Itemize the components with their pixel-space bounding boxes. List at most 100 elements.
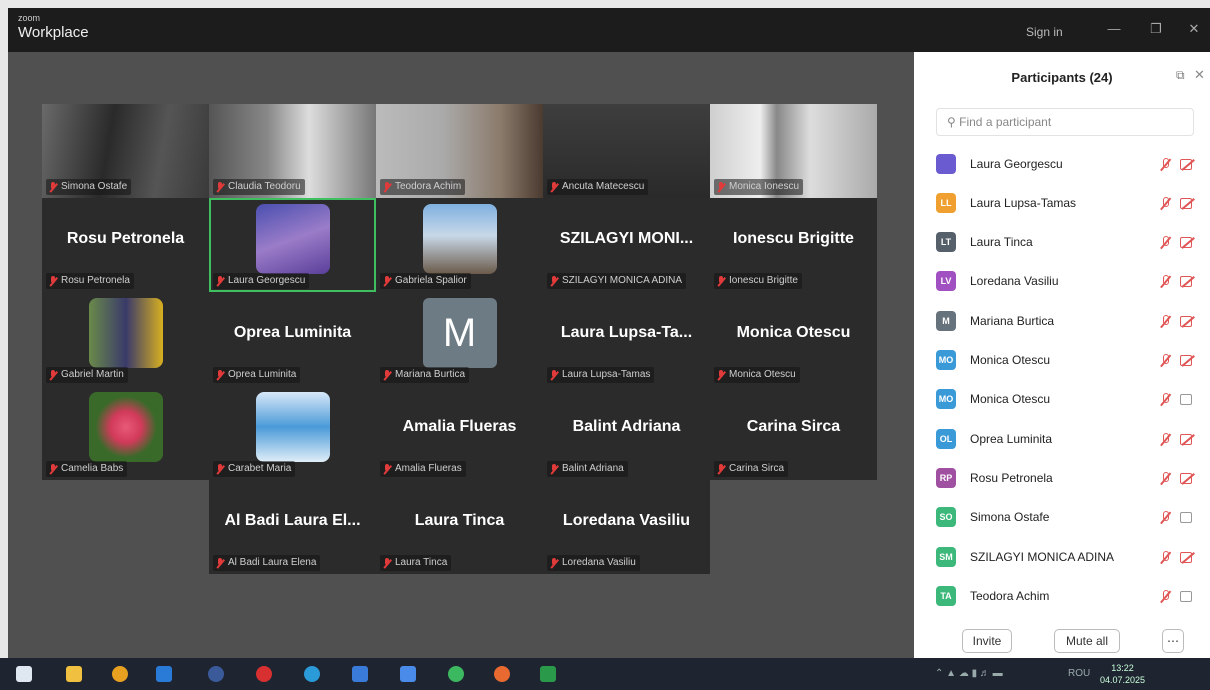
file-explorer-icon[interactable] <box>66 666 82 682</box>
zoom-icon[interactable] <box>400 666 416 682</box>
tile-name-tag: Amalia Flueras <box>380 461 466 477</box>
muted-mic-icon[interactable] <box>1158 235 1172 249</box>
participant-row[interactable]: Laura Georgescu <box>936 144 1202 183</box>
camera-off-icon[interactable] <box>1180 275 1196 288</box>
video-tile[interactable]: Rosu Petronela Rosu Petronela <box>42 198 209 292</box>
participant-row[interactable]: M Mariana Burtica <box>936 301 1202 340</box>
camera-off-icon[interactable] <box>1180 197 1196 209</box>
restore-icon[interactable]: ❐ <box>1148 21 1164 37</box>
video-tile[interactable]: Balint Adriana Balint Adriana <box>543 386 710 480</box>
chrome-profile-icon[interactable] <box>494 666 510 682</box>
windows-icon[interactable] <box>16 666 32 682</box>
tile-name-tag: Al Badi Laura Elena <box>213 555 321 571</box>
video-tile[interactable]: Amalia Flueras Amalia Flueras <box>376 386 543 480</box>
excel-icon[interactable] <box>540 666 556 682</box>
chrome-icon[interactable] <box>112 666 128 682</box>
muted-mic-icon <box>48 181 58 193</box>
camera-off-icon[interactable] <box>1180 158 1196 170</box>
tile-display-name: Ionescu Brigitte <box>733 230 854 247</box>
tile-name-label: Mariana Burtica <box>395 369 466 380</box>
close-panel-icon[interactable]: ✕ <box>1194 67 1205 83</box>
participant-avatar: LL <box>936 192 956 213</box>
video-tile[interactable]: Ancuta Matecescu <box>543 104 710 198</box>
participant-row[interactable]: LL Laura Lupsa-Tamas <box>936 183 1202 222</box>
participant-row[interactable]: TA Teodora Achim <box>936 576 1202 615</box>
video-tile[interactable]: SZILAGYI MONI... SZILAGYI MONICA ADINA <box>543 198 710 292</box>
participant-row[interactable]: MO Monica Otescu <box>936 380 1202 419</box>
invite-button[interactable]: Invite <box>962 629 1012 653</box>
video-tile[interactable]: Loredana Vasiliu Loredana Vasiliu <box>543 480 710 574</box>
muted-mic-icon[interactable] <box>1158 550 1172 564</box>
video-tile[interactable]: Carina Sirca Carina Sirca <box>710 386 877 480</box>
tray-icons[interactable]: ⌃ ▲ ☁ ▮ ♬ ▬ <box>935 668 1003 679</box>
store-icon[interactable] <box>352 666 368 682</box>
camera-off-icon[interactable] <box>1180 433 1196 445</box>
participant-row[interactable]: LT Laura Tinca <box>936 223 1202 262</box>
muted-mic-icon <box>549 557 559 569</box>
muted-mic-icon[interactable] <box>1158 471 1172 485</box>
tile-name-tag: Gabriel Martin <box>46 367 128 383</box>
more-options-button[interactable]: ⋯ <box>1162 629 1184 653</box>
pop-out-icon[interactable]: ⧉ <box>1176 68 1185 83</box>
video-tile[interactable]: Camelia Babs <box>42 386 209 480</box>
participant-row[interactable]: SO Simona Ostafe <box>936 498 1202 537</box>
tile-name-label: Loredana Vasiliu <box>562 557 636 568</box>
video-tile[interactable]: Laura Georgescu <box>209 198 376 292</box>
muted-mic-icon <box>215 275 225 287</box>
camera-off-icon[interactable] <box>1180 315 1196 327</box>
video-tile[interactable]: Teodora Achim <box>376 104 543 198</box>
participant-row[interactable]: OL Oprea Luminita <box>936 419 1202 458</box>
search-input[interactable]: ⚲ Find a participant <box>936 108 1194 136</box>
video-tile[interactable]: M Mariana Burtica <box>376 292 543 386</box>
clock[interactable]: 13:22 04.07.2025 <box>1100 662 1145 686</box>
video-tile[interactable]: Monica Otescu Monica Otescu <box>710 292 877 386</box>
muted-mic-icon[interactable] <box>1158 157 1172 171</box>
participant-row[interactable]: RP Rosu Petronela <box>936 458 1202 497</box>
camera-icon[interactable] <box>1180 393 1196 406</box>
close-icon[interactable]: ✕ <box>1186 21 1202 37</box>
participant-name: SZILAGYI MONICA ADINA <box>970 549 1115 564</box>
tile-name-tag: Carina Sirca <box>714 461 789 477</box>
video-tile[interactable]: Simona Ostafe <box>42 104 209 198</box>
muted-mic-icon[interactable] <box>1158 392 1172 406</box>
muted-mic-icon[interactable] <box>1158 196 1172 210</box>
camera-icon[interactable] <box>1180 590 1196 602</box>
minimize-icon[interactable]: — <box>1106 21 1122 37</box>
edge-icon[interactable] <box>304 666 320 682</box>
participant-row[interactable]: LV Loredana Vasiliu <box>936 262 1202 301</box>
sign-in-link[interactable]: Sign in <box>1026 25 1063 39</box>
camera-off-icon[interactable] <box>1180 236 1196 249</box>
mute-all-button[interactable]: Mute all <box>1054 629 1120 653</box>
video-tile[interactable]: Monica Ionescu <box>710 104 877 198</box>
camera-off-icon[interactable] <box>1180 551 1196 563</box>
muted-mic-icon <box>549 463 559 475</box>
outlook-icon[interactable] <box>156 666 172 682</box>
tile-name-label: Carina Sirca <box>729 463 785 474</box>
cortana-icon[interactable] <box>208 666 224 682</box>
video-tile[interactable]: Laura Tinca Laura Tinca <box>376 480 543 574</box>
language-indicator[interactable]: ROU <box>1068 668 1090 679</box>
video-tile[interactable]: Ionescu Brigitte Ionescu Brigitte <box>710 198 877 292</box>
muted-mic-icon[interactable] <box>1158 274 1172 288</box>
opera-icon[interactable] <box>256 666 272 682</box>
video-tile[interactable]: Gabriela Spalior <box>376 198 543 292</box>
camera-icon[interactable] <box>1180 511 1196 524</box>
muted-mic-icon[interactable] <box>1158 353 1172 367</box>
camera-off-icon[interactable] <box>1180 472 1196 484</box>
video-tile[interactable]: Carabet Maria <box>209 386 376 480</box>
profile-picture <box>422 204 497 274</box>
video-tile[interactable]: Al Badi Laura El... Al Badi Laura Elena <box>209 480 376 574</box>
whatsapp-icon[interactable] <box>448 666 464 682</box>
muted-mic-icon[interactable] <box>1158 314 1172 328</box>
muted-mic-icon[interactable] <box>1158 510 1172 524</box>
camera-off-icon[interactable] <box>1180 354 1196 366</box>
muted-mic-icon[interactable] <box>1158 432 1172 446</box>
participant-avatar: TA <box>936 585 956 606</box>
muted-mic-icon[interactable] <box>1158 589 1172 603</box>
video-tile[interactable]: Oprea Luminita Oprea Luminita <box>209 292 376 386</box>
video-tile[interactable]: Laura Lupsa-Ta... Laura Lupsa-Tamas <box>543 292 710 386</box>
participant-row[interactable]: SM SZILAGYI MONICA ADINA <box>936 537 1202 576</box>
video-tile[interactable]: Claudia Teodoru <box>209 104 376 198</box>
participant-row[interactable]: MO Monica Otescu <box>936 341 1202 380</box>
video-tile[interactable]: Gabriel Martin <box>42 292 209 386</box>
